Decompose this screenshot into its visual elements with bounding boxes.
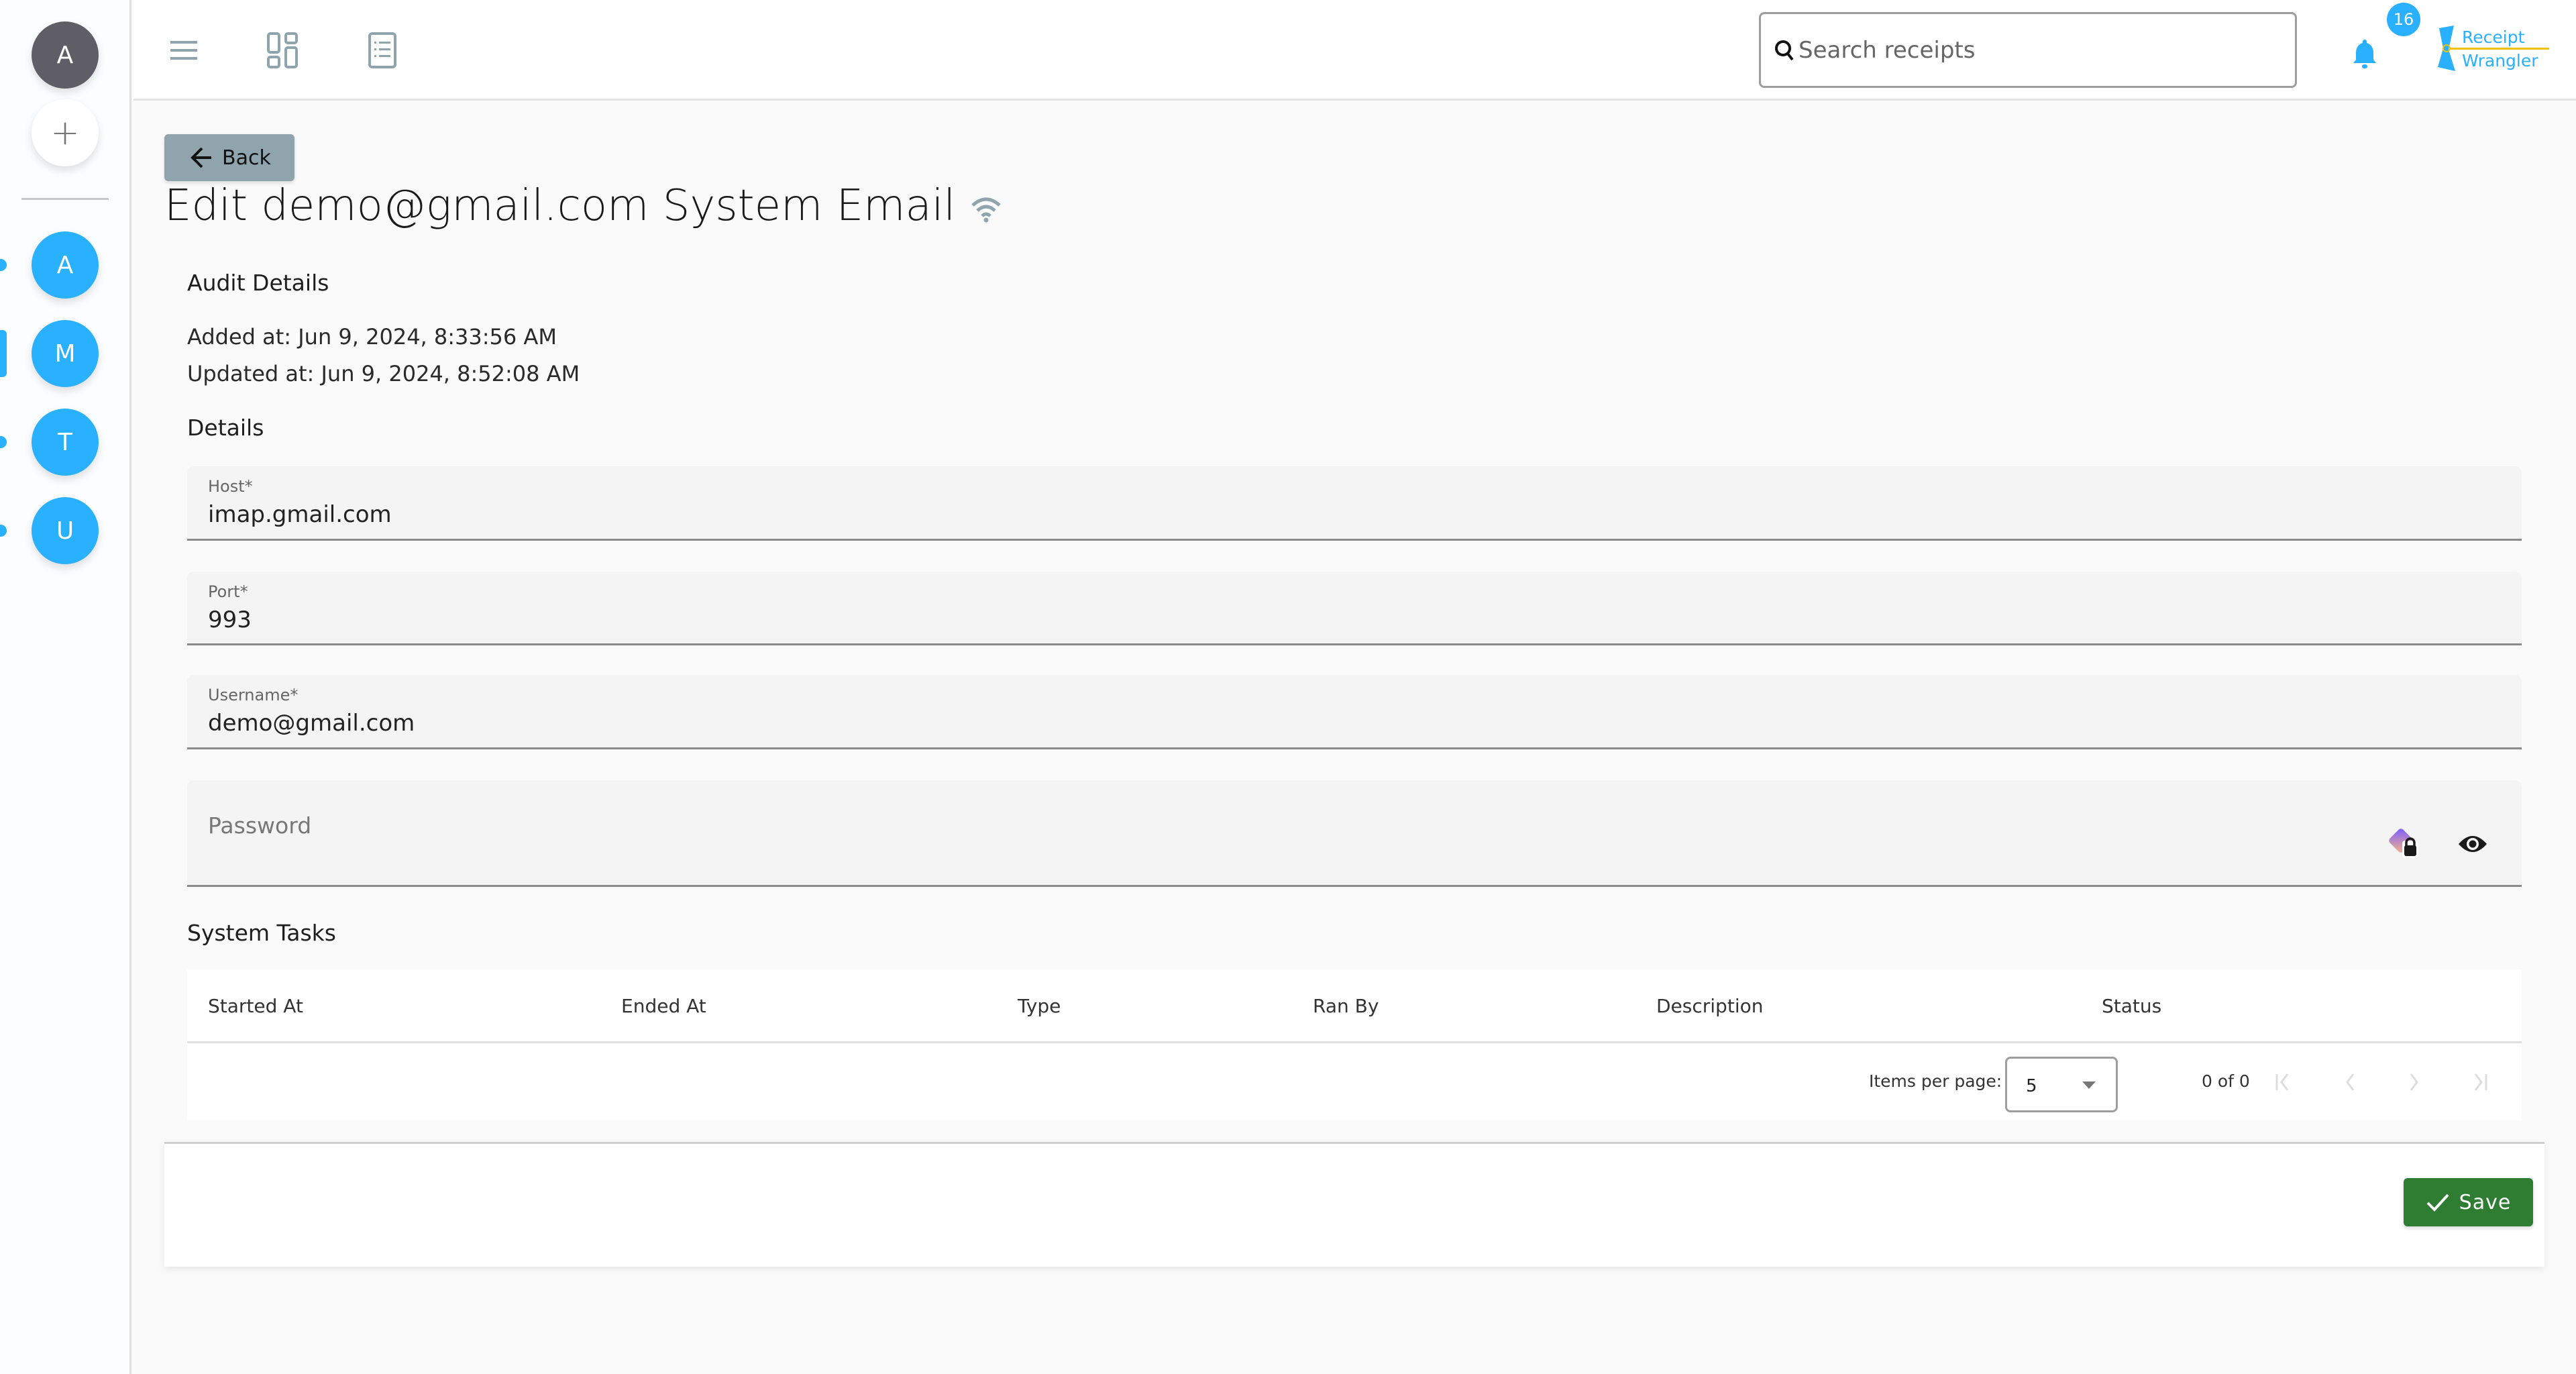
page-range-label: 0 of 0 xyxy=(2202,1071,2250,1091)
details-heading: Details xyxy=(187,415,264,441)
port-label: Port* xyxy=(208,582,248,601)
column-header-status[interactable]: Status xyxy=(2102,995,2161,1017)
updated-at-text: Updated at: Jun 9, 2024, 8:52:08 AM xyxy=(187,361,580,386)
password-manager-icon[interactable] xyxy=(2387,827,2425,861)
username-field[interactable]: Username* xyxy=(187,675,2522,749)
page-title: Edit demo@gmail.com System Email xyxy=(164,181,1002,231)
save-button[interactable]: Save xyxy=(2404,1178,2533,1226)
chevron-right-icon xyxy=(2410,1073,2418,1091)
system-tasks-heading: System Tasks xyxy=(187,920,336,946)
password-label: Password xyxy=(208,812,312,839)
bell-icon xyxy=(2353,40,2376,68)
paginator: Items per page: 5 0 of 0 xyxy=(187,1043,2522,1120)
logo-text-line2: Wrangler xyxy=(2462,51,2538,70)
dashboard-button[interactable] xyxy=(260,27,307,74)
search-input[interactable] xyxy=(1799,36,2268,64)
group-indicator xyxy=(0,259,7,271)
connection-status-icon xyxy=(971,197,1001,223)
sidebar-group-t[interactable]: T xyxy=(32,409,99,476)
arrow-left-icon xyxy=(191,147,211,168)
host-label: Host* xyxy=(208,477,253,496)
last-page-icon xyxy=(2474,1073,2487,1091)
next-page-button[interactable] xyxy=(2396,1063,2433,1101)
sidebar-group-u[interactable]: U xyxy=(32,497,99,564)
items-per-page-label: Items per page: xyxy=(1869,1071,2002,1091)
dropdown-arrow-icon xyxy=(2082,1081,2096,1089)
receipts-button[interactable] xyxy=(359,27,406,74)
menu-button[interactable] xyxy=(160,27,207,74)
notification-count-badge: 16 xyxy=(2387,3,2420,36)
table-header-row: Started At Ended At Type Ran By Descript… xyxy=(187,969,2522,1043)
check-icon xyxy=(2426,1194,2449,1212)
group-indicator-active xyxy=(0,330,7,377)
column-header-description[interactable]: Description xyxy=(1656,995,1763,1017)
logo-rope xyxy=(2450,48,2549,50)
items-per-page-value: 5 xyxy=(2026,1076,2037,1096)
system-tasks-table: Started At Ended At Type Ran By Descript… xyxy=(187,969,2522,1120)
add-group-button[interactable]: + xyxy=(32,99,99,166)
column-header-ran-by[interactable]: Ran By xyxy=(1313,995,1379,1017)
username-input[interactable] xyxy=(208,710,2220,737)
show-password-icon[interactable] xyxy=(2457,833,2488,855)
sidebar-divider xyxy=(21,198,109,200)
group-indicator xyxy=(0,525,7,537)
save-label: Save xyxy=(2459,1190,2512,1214)
group-sidebar: A + A M T U xyxy=(0,0,131,1374)
host-input[interactable] xyxy=(208,501,2220,528)
username-label: Username* xyxy=(208,686,299,704)
form-actions-card: Save xyxy=(164,1142,2544,1267)
receipt-list-icon xyxy=(368,32,396,68)
app-logo[interactable]: Receipt Wrangler xyxy=(2435,25,2549,76)
column-header-type[interactable]: Type xyxy=(1018,995,1061,1017)
port-field[interactable]: Port* xyxy=(187,572,2522,645)
dashboard-icon xyxy=(267,32,298,68)
back-label: Back xyxy=(222,146,271,170)
search-box[interactable] xyxy=(1759,12,2297,88)
added-at-text: Added at: Jun 9, 2024, 8:33:56 AM xyxy=(187,324,557,350)
items-per-page-select[interactable]: 5 xyxy=(2005,1057,2118,1112)
logo-text-line1: Receipt xyxy=(2462,28,2525,47)
chevron-left-icon xyxy=(2346,1073,2355,1091)
port-input[interactable] xyxy=(208,606,2220,633)
group-indicator xyxy=(0,436,7,448)
first-page-icon xyxy=(2275,1073,2289,1091)
column-header-ended-at[interactable]: Ended At xyxy=(621,995,706,1017)
sidebar-group-a[interactable]: A xyxy=(32,231,99,299)
password-field[interactable]: Password xyxy=(187,780,2522,887)
user-avatar[interactable]: A xyxy=(32,21,99,89)
back-button[interactable]: Back xyxy=(164,134,294,181)
page-title-text: Edit demo@gmail.com System Email xyxy=(164,181,956,231)
column-header-started-at[interactable]: Started At xyxy=(208,995,303,1017)
first-page-button[interactable] xyxy=(2265,1063,2303,1101)
search-icon xyxy=(1775,40,1794,60)
menu-icon xyxy=(170,41,197,60)
audit-details-heading: Audit Details xyxy=(187,270,329,296)
sidebar-group-m[interactable]: M xyxy=(32,320,99,387)
notifications-button[interactable] xyxy=(2351,37,2392,77)
host-field[interactable]: Host* xyxy=(187,466,2522,541)
previous-page-button[interactable] xyxy=(2331,1063,2369,1101)
last-page-button[interactable] xyxy=(2460,1063,2498,1101)
